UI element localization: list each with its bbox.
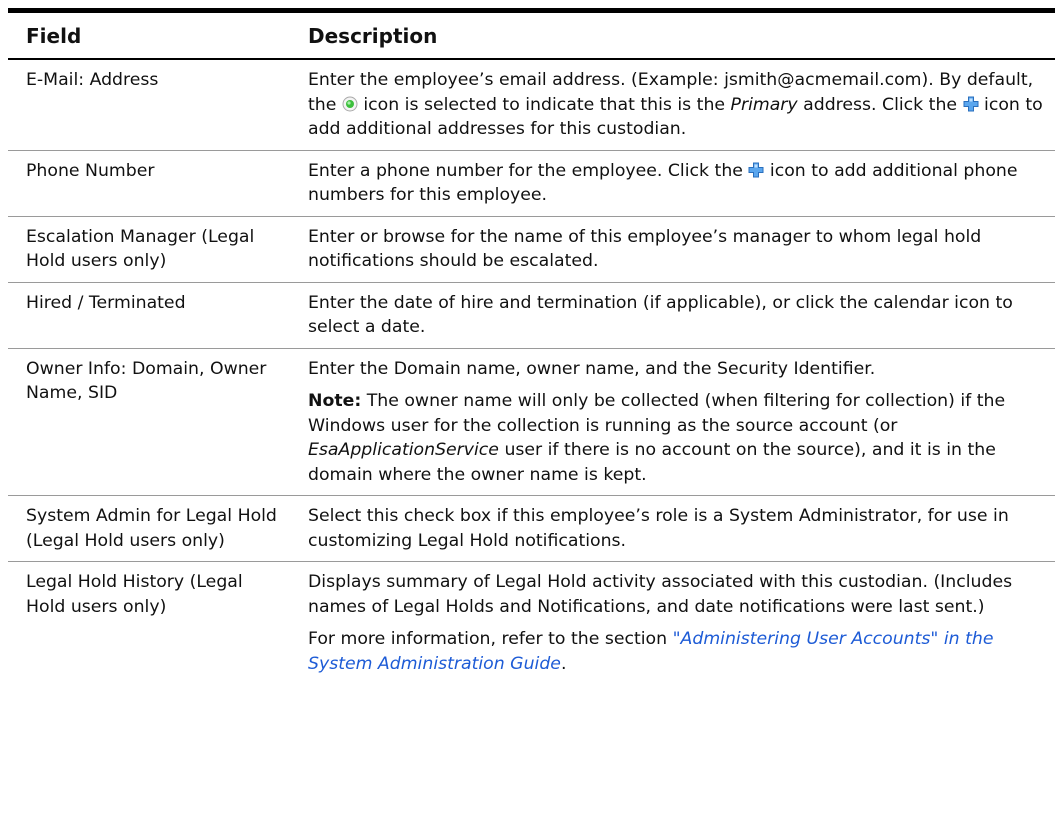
description-emphasis: EsaApplicationService <box>308 440 499 460</box>
description-paragraph: Enter a phone number for the employee. C… <box>308 159 1045 208</box>
description-paragraph: Displays summary of Legal Hold activity … <box>308 572 1013 617</box>
table-row: Phone Number Enter a phone number for th… <box>8 150 1055 217</box>
description-text: icon is selected to indicate that this i… <box>357 94 731 115</box>
description-cell: Enter a phone number for the employee. C… <box>290 150 1055 217</box>
description-paragraph: Enter or browse for the name of this emp… <box>308 226 982 272</box>
note-label: Note: <box>308 391 362 411</box>
description-text: The owner name will only be collected (w… <box>308 391 1006 436</box>
table-row: E-Mail: Address Enter the employee’s ema… <box>8 59 1055 151</box>
field-description-table: Field Description E-Mail: Address Enter … <box>8 8 1055 684</box>
reference-paragraph: For more information, refer to the secti… <box>308 627 1045 676</box>
description-emphasis: Primary <box>730 94 798 115</box>
note-paragraph: Note: The owner name will only be collec… <box>308 389 1045 487</box>
table-row: Hired / Terminated Enter the date of hir… <box>8 282 1055 349</box>
description-text: . <box>560 653 567 674</box>
plus-icon <box>748 162 764 178</box>
column-header-description: Description <box>290 8 1055 60</box>
description-cell: Enter the Domain name, owner name, and t… <box>290 348 1055 496</box>
field-cell: E-Mail: Address <box>8 59 290 151</box>
description-text: address. Click the <box>797 94 963 115</box>
description-paragraph: Enter the employee’s email address. (Exa… <box>308 68 1045 142</box>
description-paragraph: Enter the date of hire and termination (… <box>308 292 1013 338</box>
description-text: Enter a phone number for the employee. C… <box>308 160 749 181</box>
description-paragraph: Select this check box if this employee’s… <box>308 506 1009 551</box>
description-cell: Enter the employee’s email address. (Exa… <box>290 59 1055 151</box>
field-cell: Legal Hold History (Legal Hold users onl… <box>26 572 243 617</box>
table-row: System Admin for Legal Hold (Legal Hold u… <box>8 495 1055 562</box>
description-cell: Enter the date of hire and termination (… <box>290 282 1055 349</box>
table-row: Legal Hold History (Legal Hold users onl… <box>8 562 1055 685</box>
description-cell: Enter or browse for the name of this emp… <box>290 216 1055 283</box>
description-cell: Displays summary of Legal Hold activity … <box>290 562 1055 685</box>
field-text: (Legal Hold users only) <box>26 530 225 551</box>
description-cell: Select this check box if this employee’s… <box>290 495 1055 562</box>
field-text: System Admin for Legal Hold <box>26 506 277 526</box>
field-cell: Owner Info: Domain, Owner Name, SID <box>8 348 290 496</box>
field-cell: Phone Number <box>8 150 290 217</box>
radio-selected-icon <box>342 96 358 112</box>
description-text: For more information, refer to the secti… <box>308 629 673 649</box>
column-header-field: Field <box>8 8 290 60</box>
table-row: Owner Info: Domain, Owner Name, SID Ente… <box>8 348 1055 496</box>
field-cell: Escalation Manager (Legal Hold users onl… <box>8 216 290 283</box>
field-cell: System Admin for Legal Hold (Legal Hold u… <box>8 495 290 562</box>
field-cell: Hired / Terminated <box>8 282 290 349</box>
description-paragraph: Enter the Domain name, owner name, and t… <box>308 358 876 379</box>
plus-icon <box>963 96 979 112</box>
table-row: Escalation Manager (Legal Hold users onl… <box>8 216 1055 283</box>
table-header-row: Field Description <box>8 8 1055 60</box>
